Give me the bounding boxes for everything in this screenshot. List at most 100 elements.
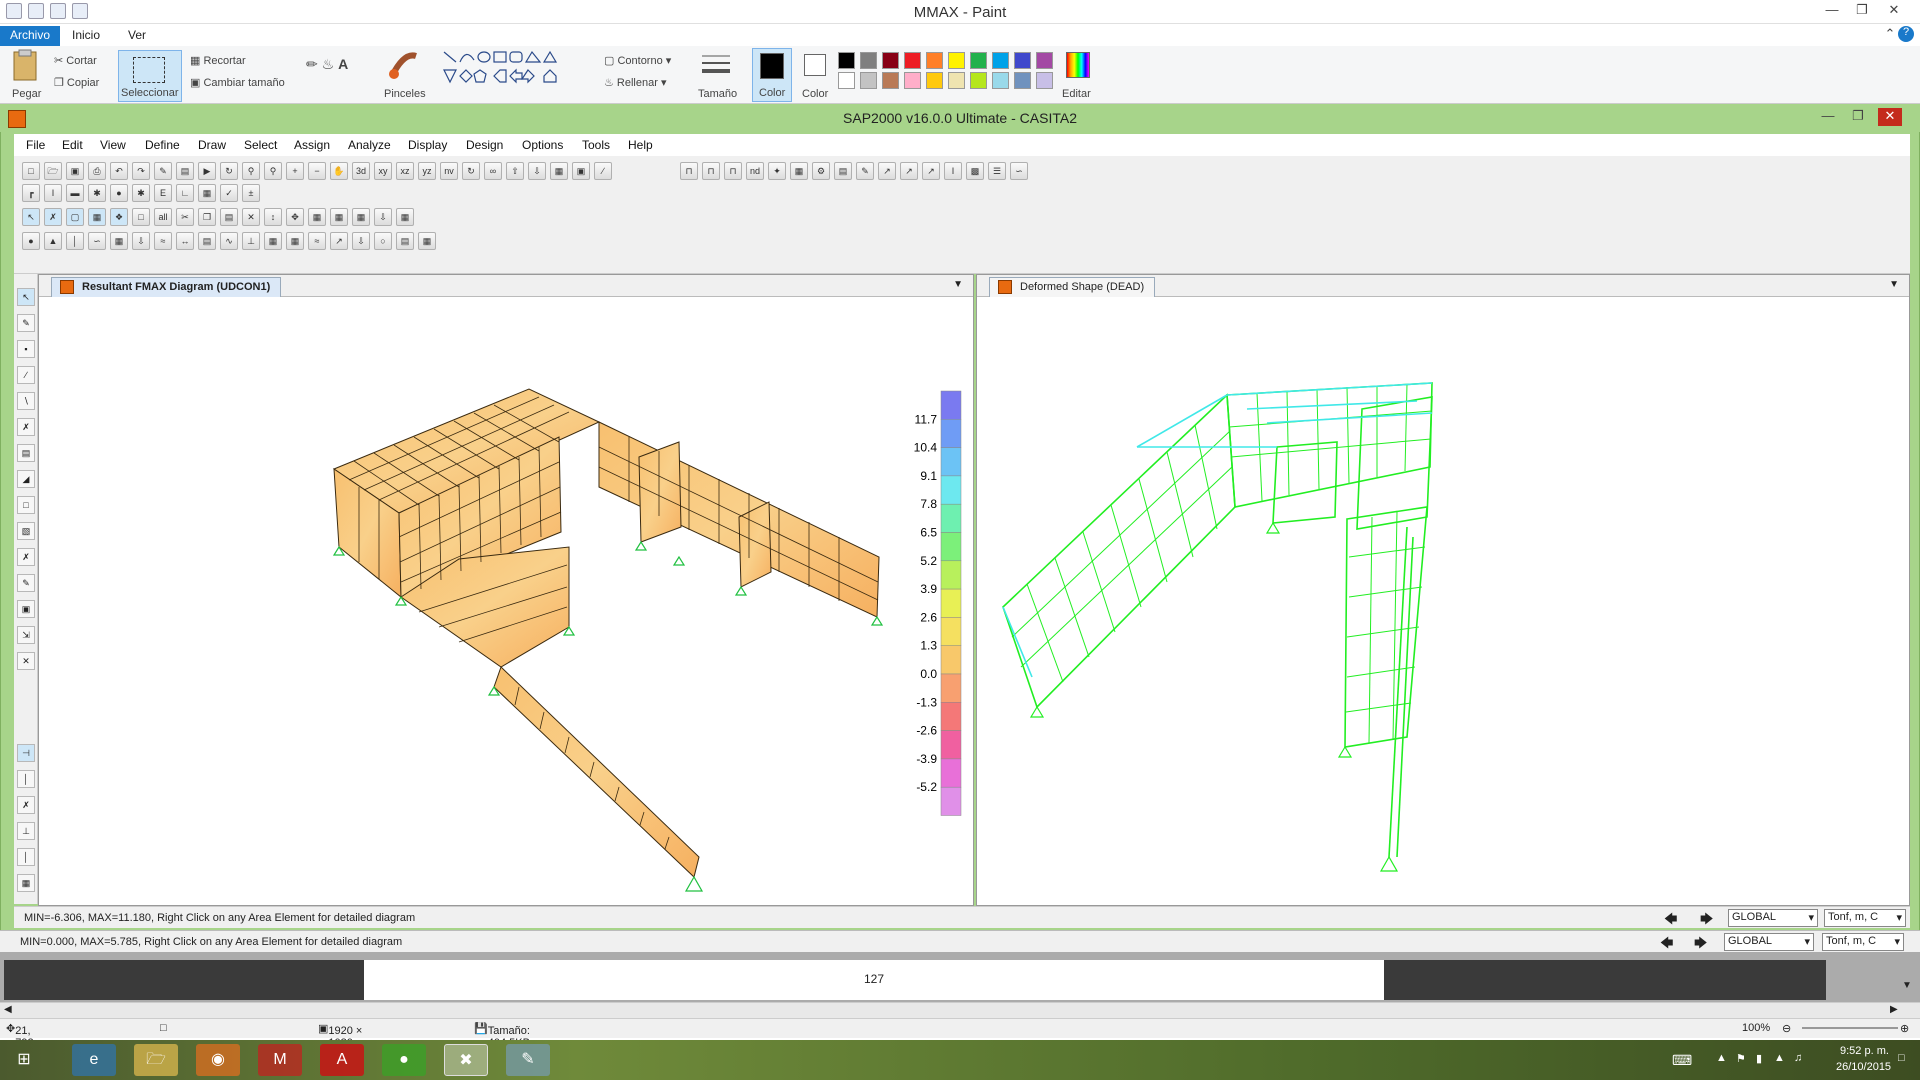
minimize-icon[interactable]: — bbox=[1820, 2, 1844, 20]
show-tables-icon[interactable]: ▦ bbox=[264, 232, 282, 250]
units-select[interactable]: Tonf, m, C ▾ bbox=[1824, 909, 1906, 927]
select-pointer-icon[interactable]: ↖ bbox=[22, 208, 40, 226]
mesh-icon[interactable]: ▦ bbox=[396, 208, 414, 226]
color2-button[interactable]: Color bbox=[796, 48, 836, 102]
start-button[interactable]: ⊞ bbox=[4, 1044, 44, 1076]
check-icon[interactable]: ✓ bbox=[220, 184, 238, 202]
color-swatch[interactable] bbox=[948, 72, 965, 89]
joint-restraints-icon[interactable]: ● bbox=[110, 184, 128, 202]
paste-button[interactable]: Pegar bbox=[8, 48, 48, 102]
internet-explorer-icon[interactable]: e bbox=[72, 1044, 116, 1076]
plot-functions-icon[interactable]: ↗ bbox=[330, 232, 348, 250]
set-display-options-icon[interactable]: ▣ bbox=[572, 162, 590, 180]
display-areas-icon[interactable]: ▦ bbox=[110, 232, 128, 250]
add-load-icon[interactable]: ± bbox=[242, 184, 260, 202]
color-swatch[interactable] bbox=[838, 72, 855, 89]
menu-display[interactable]: Display bbox=[408, 138, 447, 152]
select-all-button[interactable]: all bbox=[154, 208, 172, 226]
color-swatch[interactable] bbox=[970, 72, 987, 89]
menu-edit[interactable]: Edit bbox=[62, 138, 83, 152]
snap-joints-icon[interactable]: ⊣ bbox=[17, 744, 35, 762]
print-icon[interactable]: ⎙ bbox=[88, 162, 106, 180]
frame-2-icon[interactable]: ⊓ bbox=[702, 162, 720, 180]
object-shrink-icon[interactable]: ▦ bbox=[550, 162, 568, 180]
show-deformed-icon[interactable]: ≈ bbox=[154, 232, 172, 250]
material-icon[interactable]: ☰ bbox=[988, 162, 1006, 180]
color-swatch[interactable] bbox=[1036, 72, 1053, 89]
fill-dropdown[interactable]: ♨ Rellenar ▾ bbox=[604, 76, 666, 89]
sap2000-taskbar-icon[interactable]: ✖ bbox=[444, 1044, 488, 1076]
pane-dropdown-icon[interactable]: ▼ bbox=[1889, 279, 1899, 290]
quick-draw-frame-icon[interactable]: ∖ bbox=[17, 392, 35, 410]
menu-options[interactable]: Options bbox=[522, 138, 563, 152]
color-swatch[interactable] bbox=[970, 52, 987, 69]
draw-link-icon[interactable]: ✱ bbox=[88, 184, 106, 202]
rotate-3d-icon[interactable]: ↻ bbox=[462, 162, 480, 180]
snap-perpendicular-icon[interactable]: ⊥ bbox=[17, 822, 35, 840]
bridge-icon[interactable]: ▦ bbox=[418, 232, 436, 250]
box-select-icon[interactable]: □ bbox=[132, 208, 150, 226]
hinge-icon[interactable]: ○ bbox=[374, 232, 392, 250]
paint-canvas-area[interactable]: 127 ▼ bbox=[0, 952, 1920, 1002]
show-forces-icon[interactable]: ↔ bbox=[176, 232, 194, 250]
draw-frame-icon[interactable]: ┏ bbox=[22, 184, 40, 202]
run-analysis-icon[interactable]: ▶ bbox=[198, 162, 216, 180]
nv-view-button[interactable]: nv bbox=[440, 162, 458, 180]
show-stresses-icon[interactable]: ▤ bbox=[198, 232, 216, 250]
joint-icon[interactable]: ✦ bbox=[768, 162, 786, 180]
draw-frame-tool-icon[interactable]: ∕ bbox=[17, 366, 35, 384]
brushes-button[interactable]: Pinceles bbox=[384, 48, 428, 102]
paint-taskbar-icon[interactable]: ✎ bbox=[506, 1044, 550, 1076]
quick-draw-area-icon[interactable]: ▧ bbox=[17, 522, 35, 540]
zoom-in-icon[interactable]: + bbox=[286, 162, 304, 180]
color-swatch[interactable] bbox=[882, 52, 899, 69]
local-axes-icon[interactable]: ∟ bbox=[176, 184, 194, 202]
color-swatch[interactable] bbox=[926, 52, 943, 69]
color-swatch[interactable] bbox=[882, 72, 899, 89]
reshape-tool-icon[interactable]: ✎ bbox=[17, 314, 35, 332]
merge-icon[interactable]: ▦ bbox=[352, 208, 370, 226]
clock-time[interactable]: 9:52 p. m. bbox=[1840, 1045, 1889, 1057]
xy-view-button[interactable]: xy bbox=[374, 162, 392, 180]
view-pane-deformed[interactable]: Deformed Shape (DEAD) ▼ bbox=[976, 274, 1910, 906]
fill-bucket-icon[interactable]: ♨ bbox=[322, 56, 335, 72]
chart-3-icon[interactable]: ↗ bbox=[922, 162, 940, 180]
firefox-icon[interactable]: ◉ bbox=[196, 1044, 240, 1076]
grid-icon[interactable]: ▦ bbox=[88, 208, 106, 226]
zoom-slider[interactable] bbox=[1802, 1027, 1898, 1029]
display-frames-icon[interactable]: │ bbox=[66, 232, 84, 250]
draw-section-icon[interactable]: I bbox=[44, 184, 62, 202]
outline-dropdown[interactable]: ▢ Contorno ▾ bbox=[604, 54, 671, 67]
section-icon[interactable]: I bbox=[944, 162, 962, 180]
frame-icon[interactable]: ⊓ bbox=[680, 162, 698, 180]
frame-3-icon[interactable]: ⊓ bbox=[724, 162, 742, 180]
color-swatch[interactable] bbox=[860, 72, 877, 89]
snap-fine-grid-icon[interactable]: ▦ bbox=[17, 874, 35, 892]
restore-view-icon[interactable]: ⚲ bbox=[264, 162, 282, 180]
clock-date[interactable]: 26/10/2015 bbox=[1836, 1061, 1891, 1073]
perspective-icon[interactable]: ∞ bbox=[484, 162, 502, 180]
menu-select[interactable]: Select bbox=[244, 138, 277, 152]
color-swatch[interactable] bbox=[1014, 52, 1031, 69]
notifications-icon[interactable]: □ bbox=[1898, 1052, 1905, 1064]
load-pattern-icon[interactable]: ⇩ bbox=[352, 232, 370, 250]
menu-define[interactable]: Define bbox=[145, 138, 180, 152]
refresh-icon[interactable]: ✎ bbox=[154, 162, 172, 180]
tab-inicio[interactable]: Inicio bbox=[62, 26, 110, 46]
gear-icon[interactable]: ⚙ bbox=[812, 162, 830, 180]
fmax-diagram-canvas[interactable]: 11.7 10.4 9.1 7.8 6.5 5.2 3.9 2.6 1.3 0.0 -1.3 -2.6… bbox=[39, 297, 973, 905]
snap-lines-icon[interactable]: │ bbox=[17, 848, 35, 866]
draw-joint-icon[interactable]: ▪ bbox=[17, 340, 35, 358]
zoom-out-button[interactable]: ⊖ bbox=[1782, 1022, 1791, 1035]
undo-icon[interactable]: ↶ bbox=[110, 162, 128, 180]
draw-brace-icon[interactable]: ✗ bbox=[17, 418, 35, 436]
cut-icon[interactable]: ✂ bbox=[176, 208, 194, 226]
text-icon[interactable]: A bbox=[338, 56, 348, 72]
3d-view-icon[interactable]: 3d bbox=[352, 162, 370, 180]
arrow-left-icon[interactable]: 🡄 bbox=[1664, 910, 1677, 932]
color-swatch[interactable] bbox=[1036, 52, 1053, 69]
display-joints-icon[interactable]: ● bbox=[22, 232, 40, 250]
select-button[interactable]: Seleccionar bbox=[118, 50, 182, 102]
move-icon[interactable]: ✥ bbox=[286, 208, 304, 226]
sap-restore-icon[interactable]: ❐ bbox=[1846, 108, 1870, 126]
